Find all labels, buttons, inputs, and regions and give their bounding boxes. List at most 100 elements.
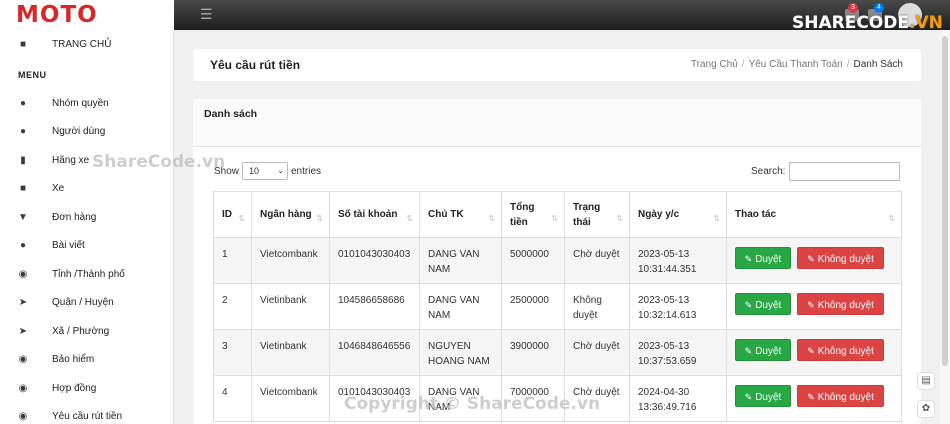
column-header-id[interactable]: ID ⇅ bbox=[213, 191, 252, 238]
location-arrow-icon: ➤ bbox=[18, 326, 28, 337]
car-icon: ■ bbox=[19, 39, 27, 50]
page-size-select[interactable]: 10 ⌄ bbox=[242, 162, 288, 180]
sidebar-item-label: Nhóm quyền bbox=[52, 98, 109, 109]
sidebar-item-label: Người dùng bbox=[52, 126, 106, 137]
sort-icon: ⇅ bbox=[316, 214, 323, 223]
sidebar-item-roles[interactable]: ● Nhóm quyền bbox=[0, 94, 174, 116]
reject-button[interactable]: ✎ Không duyệt bbox=[797, 293, 884, 315]
sidebar-item-label: Đơn hàng bbox=[52, 212, 97, 223]
user-icon: ● bbox=[19, 126, 27, 137]
location-arrow-icon: ➤ bbox=[18, 297, 28, 308]
sidebar: ■ TRANG CHỦ MENU ● Nhóm quyền ● Người dù… bbox=[0, 30, 174, 424]
assistant-icon[interactable]: ✿ bbox=[917, 400, 935, 418]
scrollbar-thumb[interactable] bbox=[942, 36, 948, 366]
approve-button[interactable]: ✎ Duyệt bbox=[735, 339, 791, 361]
approve-button[interactable]: ✎ Duyệt bbox=[735, 247, 791, 269]
sidebar-item-districts[interactable]: ➤ Quận / Huyện bbox=[0, 293, 174, 315]
sidebar-item-vehicles[interactable]: ■ Xe bbox=[0, 179, 174, 201]
cell-bank: Vietinbank bbox=[251, 329, 330, 376]
cell-owner: DANG VAN NAM bbox=[419, 283, 502, 330]
list-card: Danh sách Show 10 ⌄ entries Search: ID ⇅ N… bbox=[193, 99, 921, 424]
breadcrumb-payment-requests[interactable]: Yêu Cầu Thanh Toán bbox=[749, 59, 843, 70]
card-title: Danh sách bbox=[204, 108, 258, 120]
sidebar-item-label: Hợp đồng bbox=[52, 383, 97, 394]
sidebar-item-label: Quận / Huyện bbox=[52, 297, 114, 308]
reject-button[interactable]: ✎ Không duyệt bbox=[797, 385, 884, 407]
sidebar-item-insurance[interactable]: ◉ Bảo hiểm bbox=[0, 350, 174, 372]
cell-bank: Vietinbank bbox=[251, 283, 330, 330]
sidebar-item-label: TRANG CHỦ bbox=[52, 39, 112, 50]
breadcrumb-home[interactable]: Trang Chủ bbox=[691, 59, 738, 70]
edit-icon: ✎ bbox=[807, 254, 815, 264]
card-header: Danh sách bbox=[193, 99, 921, 147]
breadcrumb: Trang Chủ / Yêu Cầu Thanh Toán / Danh Sách bbox=[690, 59, 903, 70]
cell-date: 2023-05-13 10:37:53.659 bbox=[629, 329, 727, 376]
user-icon: ● bbox=[19, 240, 27, 251]
sidebar-item-wards[interactable]: ➤ Xã / Phường bbox=[0, 322, 174, 344]
sidebar-item-withdrawals[interactable]: ◉ Yêu cầu rút tiền bbox=[0, 407, 174, 424]
top-navbar: MOTO ☰ 3 4 SHARECODE.VN bbox=[0, 0, 950, 33]
chevron-down-icon: ⌄ bbox=[277, 166, 284, 175]
page-title: Yêu cầu rút tiền bbox=[210, 58, 301, 72]
edit-icon: ✎ bbox=[744, 254, 753, 264]
sidebar-item-home[interactable]: ■ TRANG CHỦ bbox=[0, 35, 174, 57]
footer-watermark: Copyright © ShareCode.vn bbox=[344, 394, 601, 414]
logo-area[interactable]: MOTO bbox=[0, 0, 174, 30]
message-badge: 4 bbox=[874, 3, 884, 13]
column-header-account[interactable]: Số tài khoản ⇅ bbox=[329, 191, 420, 238]
cell-account: 0101043030403 bbox=[329, 237, 420, 284]
eye-icon: ◉ bbox=[18, 383, 28, 394]
sidebar-item-label: Tỉnh /Thành phố bbox=[52, 269, 125, 280]
cell-id: 3 bbox=[213, 329, 252, 376]
sidebar-item-posts[interactable]: ● Bài viết bbox=[0, 236, 174, 258]
cell-amount: 2500000 bbox=[501, 283, 565, 330]
cell-status: Chờ duyệt bbox=[564, 329, 630, 376]
sort-icon: ⇅ bbox=[238, 214, 245, 223]
edit-icon: ✎ bbox=[807, 300, 815, 310]
approve-button[interactable]: ✎ Duyệt bbox=[735, 385, 791, 407]
breadcrumb-current: Danh Sách bbox=[853, 59, 903, 70]
cell-owner: DANG VAN NAM bbox=[419, 237, 502, 284]
approve-button[interactable]: ✎ Duyệt bbox=[735, 293, 791, 315]
column-header-amount[interactable]: Tổng tiền ⇅ bbox=[501, 191, 565, 238]
sort-icon: ⇅ bbox=[406, 214, 413, 223]
watermark-text: ShareCode.vn bbox=[92, 152, 226, 172]
sidebar-item-orders[interactable]: ▼ Đơn hàng bbox=[0, 208, 174, 230]
sidebar-item-contracts[interactable]: ◉ Hợp đồng bbox=[0, 379, 174, 401]
column-header-bank[interactable]: Ngân hàng ⇅ bbox=[251, 191, 330, 238]
entries-label: entries bbox=[291, 166, 322, 177]
edit-icon: ✎ bbox=[744, 392, 753, 402]
cell-owner: NGUYEN HOANG NAM bbox=[419, 329, 502, 376]
reject-button[interactable]: ✎ Không duyệt bbox=[797, 339, 884, 361]
cell-status: Không duyệt bbox=[564, 283, 630, 330]
reader-icon[interactable]: ▤ bbox=[917, 372, 935, 390]
cell-amount: 5000000 bbox=[501, 237, 565, 284]
edit-icon: ✎ bbox=[807, 392, 815, 402]
book-icon: ▮ bbox=[20, 155, 26, 166]
column-header-owner[interactable]: Chủ TK ⇅ bbox=[419, 191, 502, 238]
column-header-status[interactable]: Trạng thái ⇅ bbox=[564, 191, 630, 238]
search-input[interactable] bbox=[789, 162, 900, 181]
search-label: Search: bbox=[751, 166, 786, 177]
edit-icon: ✎ bbox=[807, 346, 815, 356]
users-icon: ● bbox=[19, 98, 27, 109]
car-icon: ■ bbox=[19, 183, 27, 194]
sidebar-item-label: Xe bbox=[52, 183, 65, 194]
column-header-date[interactable]: Ngày y/c ⇅ bbox=[629, 191, 727, 238]
sidebar-item-provinces[interactable]: ◉ Tỉnh /Thành phố bbox=[0, 265, 174, 287]
cell-amount: 3900000 bbox=[501, 329, 565, 376]
reject-button[interactable]: ✎ Không duyệt bbox=[797, 247, 884, 269]
cell-id: 4 bbox=[213, 375, 252, 422]
cell-date: 2024-04-30 13:36:49.716 bbox=[629, 375, 727, 422]
sidebar-item-label: Bài viết bbox=[52, 240, 85, 251]
map-pin-icon: ◉ bbox=[18, 269, 28, 280]
cell-bank: Vietcombank bbox=[251, 237, 330, 284]
sort-icon: ⇅ bbox=[616, 214, 623, 223]
sidebar-item-label: Bảo hiểm bbox=[52, 354, 95, 365]
cell-date: 2023-05-13 10:32:14.613 bbox=[629, 283, 727, 330]
brand-watermark: SHARECODE.VN bbox=[792, 13, 943, 33]
column-header-actions[interactable]: Thao tác ⇅ bbox=[726, 191, 902, 238]
menu-icon[interactable]: ☰ bbox=[200, 7, 213, 21]
app-logo[interactable]: MOTO bbox=[16, 2, 98, 28]
sidebar-item-users[interactable]: ● Người dùng bbox=[0, 122, 174, 144]
